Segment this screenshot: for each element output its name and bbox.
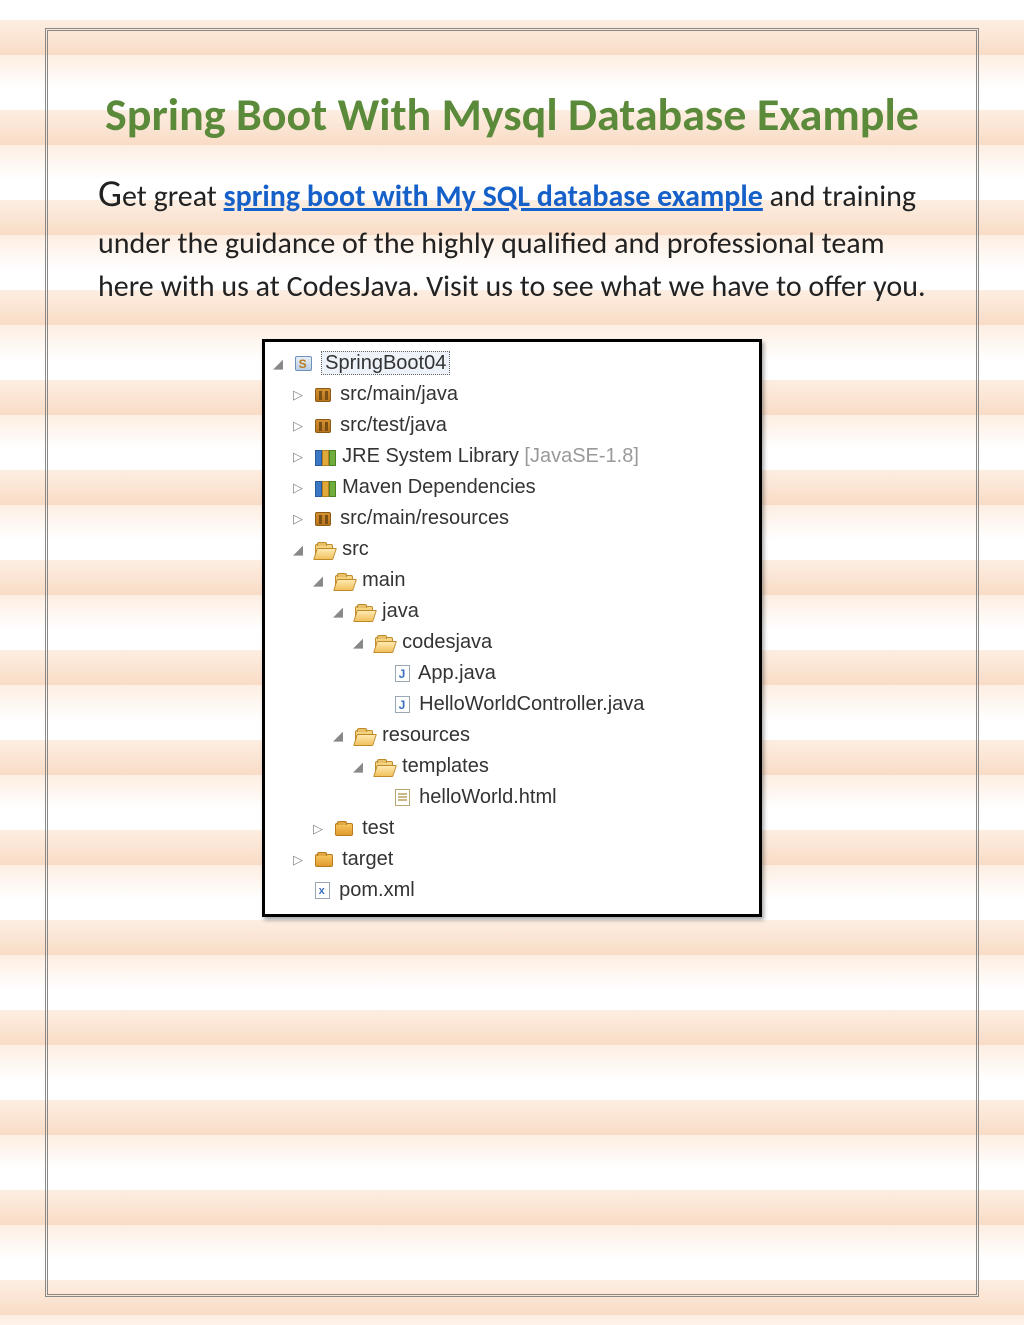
tree-label: SpringBoot04 xyxy=(321,351,450,375)
intro-paragraph: Get great spring boot with My SQL databa… xyxy=(98,167,926,309)
spring-boot-link[interactable]: spring boot with My SQL database example xyxy=(224,178,763,215)
tree-item[interactable]: ◢ resources xyxy=(269,720,755,751)
tree-label: src xyxy=(342,538,369,560)
java-file-icon xyxy=(395,696,410,713)
lead-char: G xyxy=(98,171,122,217)
tree-item[interactable]: ▷ src/main/java xyxy=(269,379,755,410)
tree-label: Maven Dependencies xyxy=(342,476,535,498)
tree-item[interactable]: ◢ java xyxy=(269,596,755,627)
tree-label: HelloWorldController.java xyxy=(419,693,644,715)
java-file-icon xyxy=(395,665,410,682)
expand-arrow-icon[interactable]: ◢ xyxy=(333,602,347,622)
page-frame: Spring Boot With Mysql Database Example … xyxy=(45,28,979,1297)
jre-version: [JavaSE-1.8] xyxy=(524,445,639,467)
tree-item[interactable]: ◢ main xyxy=(269,565,755,596)
package-icon xyxy=(315,512,331,526)
collapse-arrow-icon[interactable]: ▷ xyxy=(293,478,307,498)
package-icon xyxy=(315,419,331,433)
tree-label: java xyxy=(382,600,419,622)
collapse-arrow-icon[interactable]: ▷ xyxy=(313,819,327,839)
tree-label: src/main/resources xyxy=(340,507,509,529)
collapse-arrow-icon[interactable]: ▷ xyxy=(293,850,307,870)
xml-file-icon xyxy=(315,882,330,899)
expand-arrow-icon[interactable]: ◢ xyxy=(273,354,287,374)
expand-arrow-icon[interactable]: ◢ xyxy=(313,571,327,591)
tree-label: templates xyxy=(402,755,489,777)
folder-open-icon xyxy=(315,544,333,557)
tree-item[interactable]: ▷ test xyxy=(269,813,755,844)
folder-open-icon xyxy=(335,575,353,588)
tree-item[interactable]: ◢ templates xyxy=(269,751,755,782)
folder-icon xyxy=(335,823,353,836)
tree-root[interactable]: ◢ SpringBoot04 xyxy=(269,348,755,379)
tree-label: target xyxy=(342,848,393,870)
project-tree: ◢ SpringBoot04 ▷ src/main/java ▷ src/tes… xyxy=(262,339,762,917)
folder-open-icon xyxy=(375,637,393,650)
tree-item[interactable]: ◢ codesjava xyxy=(269,627,755,658)
tree-label: JRE System Library xyxy=(342,445,524,467)
tree-item[interactable]: HelloWorldController.java xyxy=(269,689,755,720)
tree-item[interactable]: ▷ target xyxy=(269,844,755,875)
tree-label: codesjava xyxy=(402,631,492,653)
text-before-link: et great xyxy=(122,178,224,215)
collapse-arrow-icon[interactable]: ▷ xyxy=(293,416,307,436)
tree-item[interactable]: App.java xyxy=(269,658,755,689)
tree-label: src/test/java xyxy=(340,414,447,436)
tree-label: src/main/java xyxy=(340,383,458,405)
tree-item[interactable]: ▷ Maven Dependencies xyxy=(269,472,755,503)
collapse-arrow-icon[interactable]: ▷ xyxy=(293,447,307,467)
tree-label: helloWorld.html xyxy=(419,786,556,808)
collapse-arrow-icon[interactable]: ▷ xyxy=(293,509,307,529)
tree-item[interactable]: ▷ src/main/resources xyxy=(269,503,755,534)
expand-arrow-icon[interactable]: ◢ xyxy=(353,757,367,777)
tree-label: main xyxy=(362,569,405,591)
expand-arrow-icon[interactable]: ◢ xyxy=(293,540,307,560)
folder-open-icon xyxy=(375,761,393,774)
tree-label: resources xyxy=(382,724,470,746)
package-icon xyxy=(315,388,331,402)
library-icon xyxy=(315,481,333,495)
expand-arrow-icon[interactable]: ◢ xyxy=(333,726,347,746)
project-icon xyxy=(295,356,312,371)
tree-item[interactable]: ▷ src/test/java xyxy=(269,410,755,441)
folder-icon xyxy=(315,854,333,867)
html-file-icon xyxy=(395,789,410,806)
tree-label: test xyxy=(362,817,394,839)
tree-label: App.java xyxy=(418,662,496,684)
tree-label: pom.xml xyxy=(339,879,415,901)
tree-item[interactable]: ▷ JRE System Library [JavaSE-1.8] xyxy=(269,441,755,472)
folder-open-icon xyxy=(355,606,373,619)
tree-item[interactable]: ◢ src xyxy=(269,534,755,565)
tree-item[interactable]: pom.xml xyxy=(269,875,755,906)
tree-item[interactable]: helloWorld.html xyxy=(269,782,755,813)
folder-open-icon xyxy=(355,730,373,743)
library-icon xyxy=(315,450,333,464)
collapse-arrow-icon[interactable]: ▷ xyxy=(293,385,307,405)
expand-arrow-icon[interactable]: ◢ xyxy=(353,633,367,653)
page-title: Spring Boot With Mysql Database Example xyxy=(98,87,926,145)
